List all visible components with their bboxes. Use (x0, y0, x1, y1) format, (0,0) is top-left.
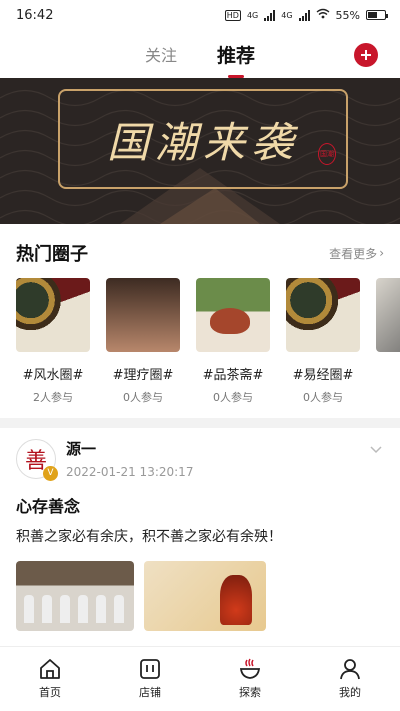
section-divider (0, 418, 400, 428)
nav-label: 首页 (39, 686, 61, 699)
circle-card[interactable]: #风水圈# 2人参与 (16, 278, 90, 418)
battery-percent: 55% (335, 8, 360, 22)
explore-icon (238, 658, 262, 680)
nav-label: 探索 (239, 686, 261, 699)
top-tab-bar: 关注 推荐 (0, 30, 400, 78)
post-images (16, 561, 384, 631)
post-meta: 源一 2022-01-21 13:20:17 (66, 438, 193, 479)
banner-seal: 国潮 (318, 143, 336, 165)
circle-count: 0人参与 (303, 391, 343, 404)
nav-profile[interactable]: 我的 (300, 647, 400, 711)
circle-image (16, 278, 90, 352)
see-more-label: 查看更多 (329, 246, 378, 261)
nav-label: 店铺 (139, 686, 161, 699)
circle-image (286, 278, 360, 352)
post-body: 积善之家必有余庆，积不善之家必有余殃！ (16, 529, 282, 545)
circle-image (196, 278, 270, 352)
home-icon (38, 658, 62, 680)
plus-icon (361, 50, 371, 60)
circle-name: #品茶斋# (202, 368, 264, 383)
user-name[interactable]: 源一 (66, 438, 193, 459)
post-header: 善 V 源一 2022-01-21 13:20:17 (16, 438, 384, 481)
circle-image (376, 278, 400, 352)
post-image[interactable] (16, 561, 134, 631)
battery-icon (366, 10, 388, 20)
store-icon (138, 658, 162, 680)
circle-image (106, 278, 180, 352)
circle-name: #风水圈# (22, 368, 84, 383)
post-card[interactable]: 善 V 源一 2022-01-21 13:20:17 心存善念 积善之家必有余庆… (0, 428, 400, 631)
signal-icon-2 (298, 9, 310, 21)
nav-explore[interactable]: 探索 (200, 647, 300, 711)
signal-icon (264, 9, 276, 21)
circle-card[interactable]: #卜 0 (376, 278, 400, 418)
circle-name: #卜 (376, 364, 400, 383)
banner-frame: 国潮来袭 国潮 (58, 89, 348, 189)
tab-follow[interactable]: 关注 (145, 42, 177, 66)
profile-icon (338, 658, 362, 680)
verified-badge: V (43, 465, 58, 481)
status-bar: 16:42 HD 4G 4G 55% (0, 0, 400, 30)
add-post-button[interactable] (354, 43, 378, 67)
network-label-1: 4G (246, 10, 259, 20)
avatar[interactable]: 善 V (16, 438, 58, 481)
post-title: 心存善念 (16, 497, 81, 516)
chevron-right-icon: › (379, 246, 384, 260)
banner-title: 国潮来袭 (106, 117, 299, 167)
nav-label: 我的 (339, 686, 361, 699)
circle-count: 0人参与 (213, 391, 253, 404)
circle-name: #理疗圈# (112, 368, 174, 383)
hot-circles-list: #风水圈# 2人参与 #理疗圈# 0人参与 #品茶斋# 0人参与 #易经圈# 0… (0, 278, 400, 418)
status-indicators: HD 4G 4G 55% (224, 8, 388, 22)
circle-name: #易经圈# (292, 368, 354, 383)
circle-count: 2人参与 (33, 391, 73, 404)
nav-store[interactable]: 店铺 (100, 647, 200, 711)
network-label-2: 4G (281, 10, 293, 20)
bottom-nav: 首页 店铺 探索 我的 (0, 646, 400, 711)
post-time: 2022-01-21 13:20:17 (66, 465, 194, 479)
banner[interactable]: 国潮来袭 国潮 (0, 78, 400, 224)
chevron-down-icon[interactable] (370, 442, 382, 458)
circle-card[interactable]: #理疗圈# 0人参与 (106, 278, 180, 418)
circle-card[interactable]: #品茶斋# 0人参与 (196, 278, 270, 418)
circle-card[interactable]: #易经圈# 0人参与 (286, 278, 360, 418)
section-title: 热门圈子 (16, 244, 88, 265)
circle-count: 0 (376, 389, 400, 402)
status-time: 16:42 (16, 7, 54, 23)
see-more-link[interactable]: 查看更多 › (329, 245, 384, 262)
nav-home[interactable]: 首页 (0, 647, 100, 711)
hot-circles-header: 热门圈子 查看更多 › (0, 224, 400, 278)
circle-count: 0人参与 (123, 391, 163, 404)
post-image[interactable] (144, 561, 266, 631)
wifi-icon (316, 8, 330, 22)
hd-icon: HD (224, 9, 241, 21)
tab-recommend[interactable]: 推荐 (217, 41, 255, 68)
